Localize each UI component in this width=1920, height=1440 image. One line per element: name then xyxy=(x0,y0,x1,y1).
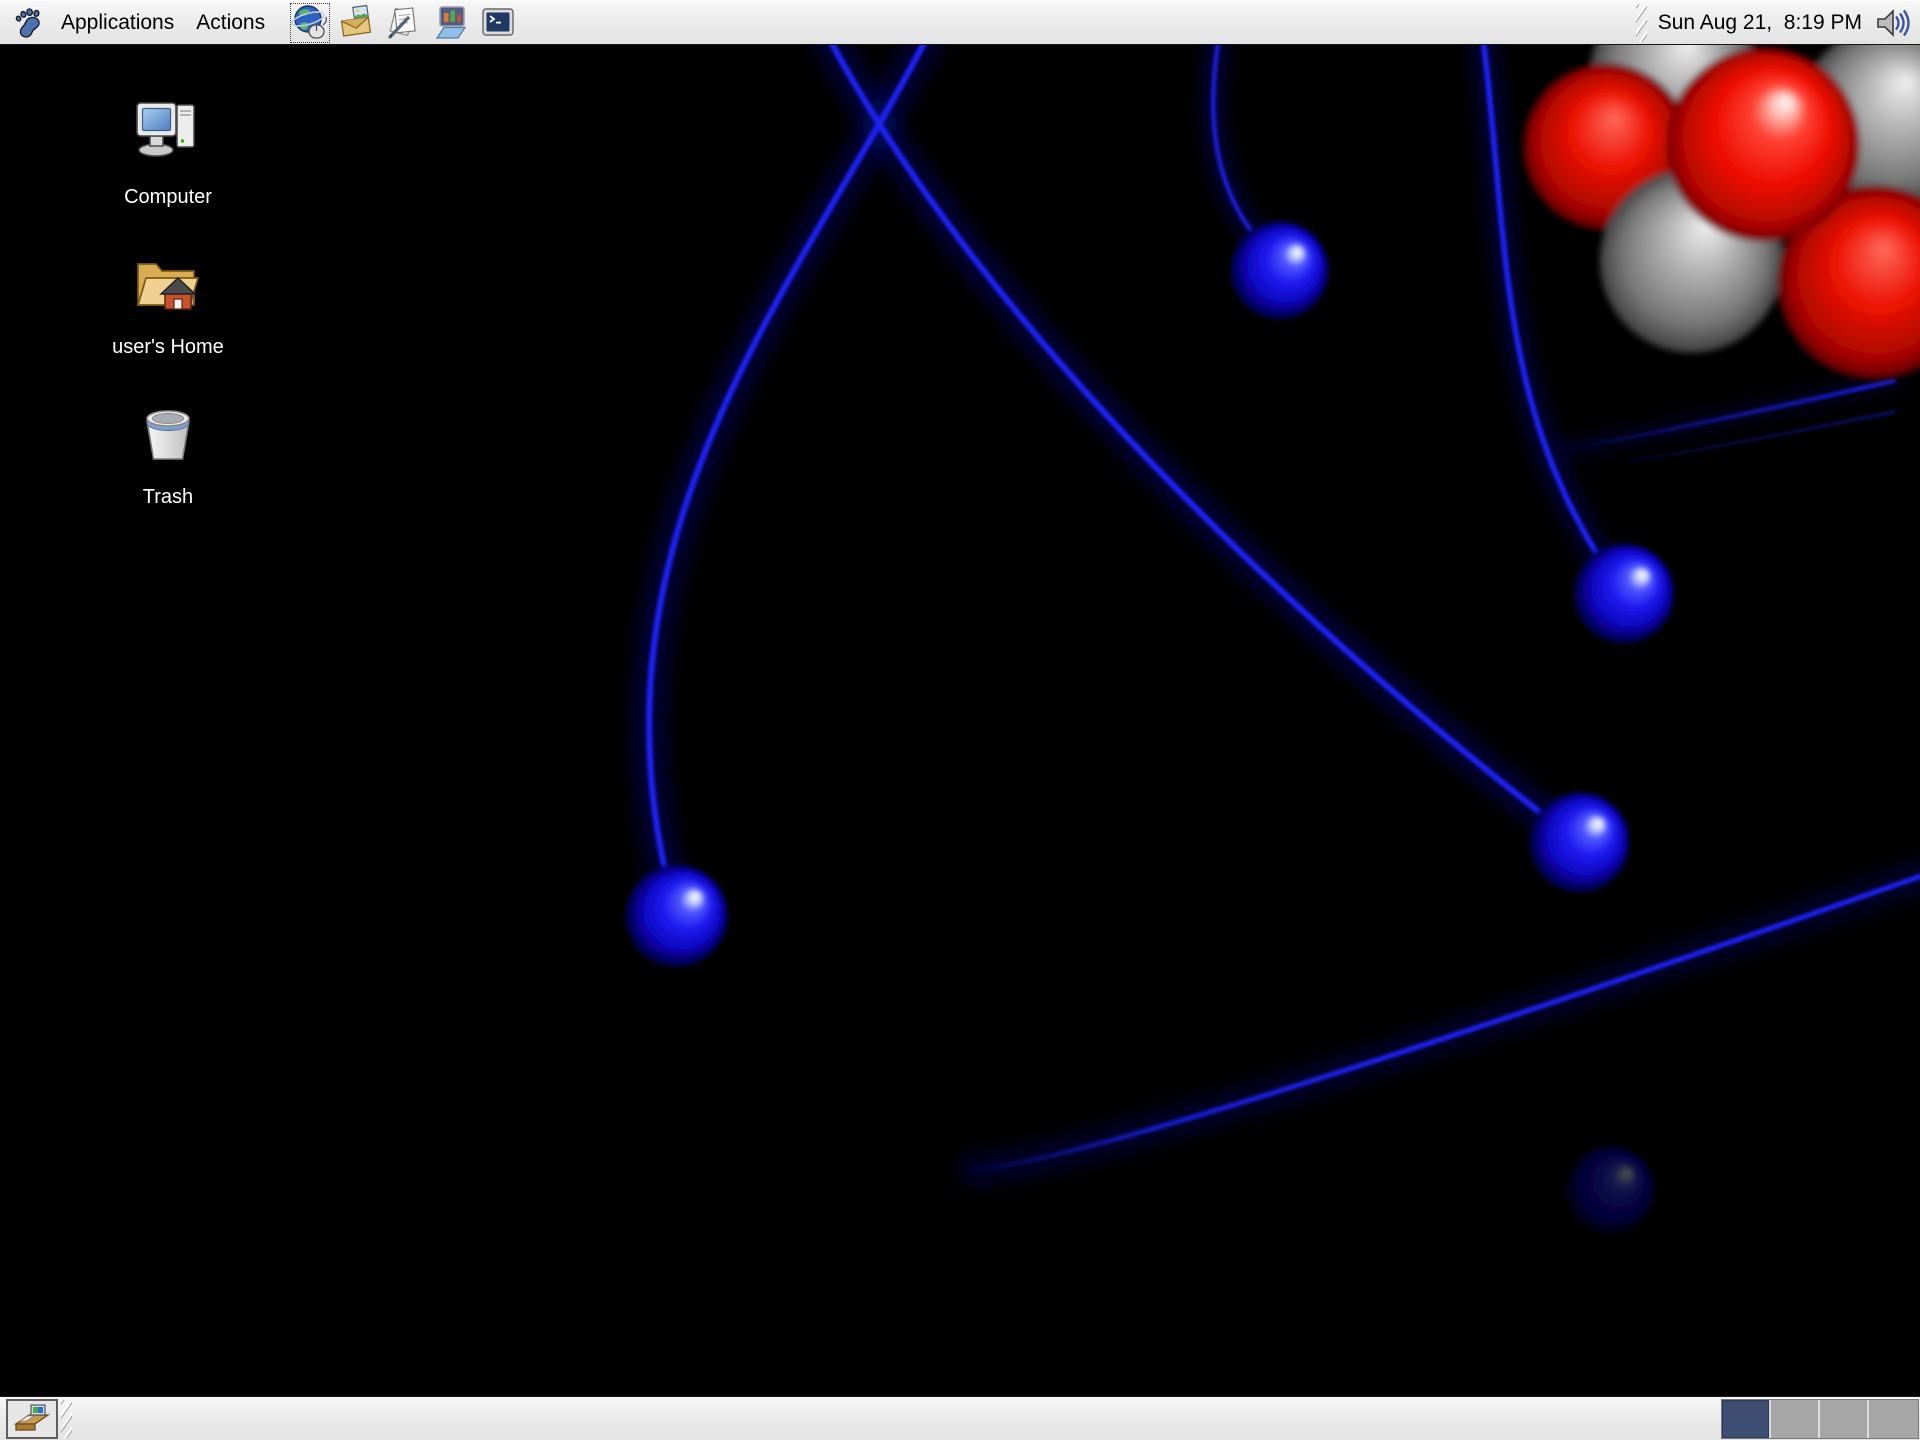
web-browser-launcher[interactable] xyxy=(290,2,331,43)
desktop-icon-computer[interactable]: Computer xyxy=(93,97,243,208)
terminal-launcher[interactable] xyxy=(478,3,518,43)
desktop-icon-label: Trash xyxy=(142,486,194,508)
clock-applet[interactable]: Sun Aug 21, 8:19 PM xyxy=(1658,11,1862,35)
presentation-icon xyxy=(435,5,467,39)
gnome-foot-icon xyxy=(15,7,40,38)
volume-applet[interactable] xyxy=(1872,3,1912,43)
trash-icon xyxy=(146,410,190,460)
wallpaper xyxy=(30,45,1920,1396)
workspace-cell-2[interactable] xyxy=(1771,1399,1820,1438)
clock-applet-drag-handle[interactable] xyxy=(1635,3,1647,42)
word-processor-icon xyxy=(388,6,416,39)
word-processor-launcher[interactable] xyxy=(384,3,424,43)
computer-icon xyxy=(136,102,195,157)
speaker-icon xyxy=(1877,8,1910,37)
presentation-launcher[interactable] xyxy=(431,3,471,43)
desktop-icon-label: Computer xyxy=(124,186,212,208)
email-launcher[interactable] xyxy=(337,3,377,43)
desktop-icon-users-home[interactable]: user's Home xyxy=(93,247,243,358)
desktop: Computer user's Home Trash xyxy=(0,45,1920,1396)
workspace-cell-3[interactable] xyxy=(1820,1399,1869,1438)
main-menu-button[interactable] xyxy=(0,1,50,44)
menu-applications[interactable]: Applications xyxy=(50,1,185,44)
workspace-cell-4[interactable] xyxy=(1869,1399,1918,1438)
desktop-icon-label: user's Home xyxy=(112,336,224,358)
bottom-panel xyxy=(0,1396,1920,1440)
show-desktop-button[interactable] xyxy=(6,1398,58,1439)
terminal-icon xyxy=(482,7,514,36)
menu-actions[interactable]: Actions xyxy=(185,1,276,44)
top-panel: Applications Actions Sun Aug 21, 8:19 PM xyxy=(0,0,1920,45)
launcher-bar xyxy=(290,1,518,44)
desktop-icon-trash[interactable]: Trash xyxy=(93,397,243,508)
workspace-cell-1[interactable] xyxy=(1722,1399,1771,1438)
home-folder-icon xyxy=(136,263,200,310)
window-list-drag-handle[interactable] xyxy=(61,1399,72,1438)
show-desktop-icon xyxy=(13,1403,51,1431)
web-browser-icon xyxy=(291,4,328,39)
workspace-switcher xyxy=(1721,1398,1919,1439)
email-icon xyxy=(340,4,372,37)
